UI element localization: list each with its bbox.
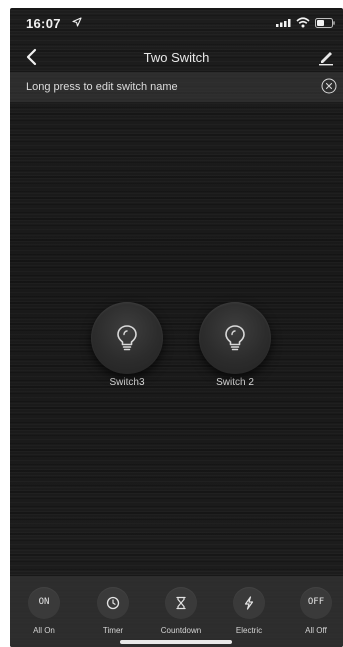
switch-item: Switch3 [89, 302, 165, 388]
home-indicator[interactable] [120, 640, 232, 644]
close-circle-icon[interactable] [321, 78, 337, 94]
all-off-icon-text: OFF [307, 597, 325, 607]
countdown-button[interactable]: Countdown [149, 587, 213, 635]
timer-button[interactable]: Timer [81, 587, 145, 635]
lightbulb-icon [117, 325, 137, 351]
all-on-icon: ON [28, 587, 60, 619]
all-off-icon: OFF [300, 587, 332, 619]
action-label: Countdown [160, 626, 202, 635]
electric-button[interactable]: Electric [217, 587, 281, 635]
edit-pencil-icon[interactable] [317, 48, 335, 66]
clock-icon [106, 596, 120, 610]
hint-text: Long press to edit switch name [26, 81, 178, 93]
switch-label: Switch 2 [216, 377, 254, 388]
switch-item: Switch 2 [197, 302, 273, 388]
timer-circle [97, 587, 129, 619]
action-label: Timer [102, 626, 124, 635]
all-on-icon-text: ON [38, 597, 50, 607]
all-off-button[interactable]: OFF All Off [284, 587, 343, 635]
action-label: Electric [235, 626, 263, 635]
location-arrow-icon [72, 17, 82, 27]
action-label: All Off [305, 626, 327, 635]
lightning-icon [244, 596, 254, 610]
navigation-bar: Two Switch [10, 42, 343, 72]
lightbulb-icon [225, 325, 245, 351]
signal-icon [276, 19, 291, 27]
battery-icon [315, 18, 335, 28]
countdown-circle [165, 587, 197, 619]
hint-banner: Long press to edit switch name [10, 72, 343, 102]
status-time: 16:07 [26, 16, 61, 31]
bottom-action-bar: ON All On Timer Countdown Electric OFF A… [10, 576, 343, 647]
app-screen: 16:07 Two Switch Long press to edit swit… [10, 8, 343, 647]
switch-button[interactable] [199, 302, 271, 374]
hourglass-icon [176, 596, 186, 610]
page-title: Two Switch [143, 50, 210, 65]
electric-circle [233, 587, 265, 619]
action-label: All On [33, 626, 55, 635]
all-on-button[interactable]: ON All On [12, 587, 76, 635]
switch-label: Switch3 [109, 377, 145, 388]
switch-button[interactable] [91, 302, 163, 374]
wifi-icon [296, 17, 310, 28]
status-bar: 16:07 [10, 8, 343, 36]
